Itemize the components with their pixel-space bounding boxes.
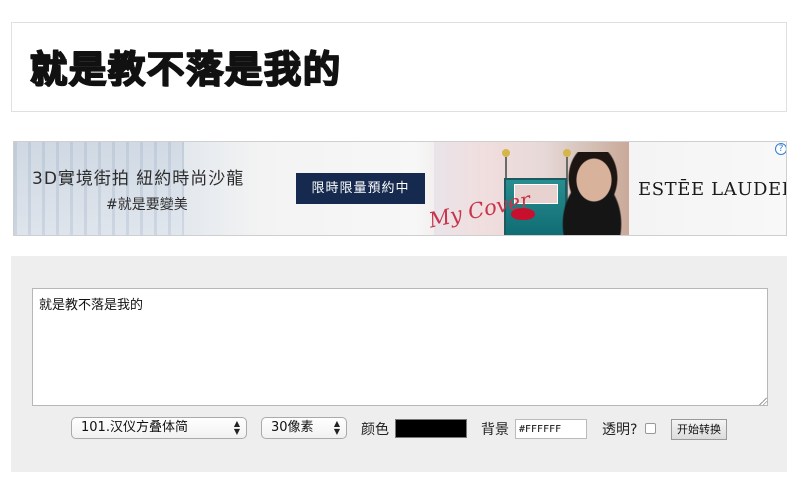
ad-model-image xyxy=(562,152,624,235)
transparent-checkbox[interactable] xyxy=(645,423,656,434)
ad-background-image xyxy=(14,142,184,235)
resize-grip-icon[interactable] xyxy=(759,397,767,405)
select-arrows-icon: ▲ ▼ xyxy=(233,419,240,436)
lips-icon xyxy=(511,208,535,220)
text-input[interactable]: 就是教不落是我的 xyxy=(32,288,768,406)
size-select[interactable]: 30像素 ▲ ▼ xyxy=(261,417,347,439)
select-arrows-icon: ▲ ▼ xyxy=(333,419,340,436)
transparent-label: 透明? xyxy=(602,422,638,438)
ad-brand-logo: ESTĒE LAUDER xyxy=(638,179,787,200)
preview-text: 就是教不落是我的 xyxy=(29,48,342,92)
convert-button[interactable]: 开始转换 xyxy=(671,419,727,440)
preview-box: 就是教不落是我的 xyxy=(11,22,787,112)
ad-headline: 3D實境街拍 紐約時尚沙龍 xyxy=(32,169,245,189)
background-label: 背景 xyxy=(481,422,509,438)
font-select[interactable]: 101.汉仪方叠体简 ▲ ▼ xyxy=(71,417,247,439)
background-color-input[interactable] xyxy=(515,419,587,439)
size-select-value: 30像素 xyxy=(271,420,314,435)
color-label: 颜色 xyxy=(361,422,389,438)
ad-hashtag: #就是要變美 xyxy=(106,197,188,213)
ad-banner[interactable]: 3D實境街拍 紐約時尚沙龍 #就是要變美 限時限量預約中 My Cover ES… xyxy=(13,141,787,236)
ad-cta-button[interactable]: 限時限量預約中 xyxy=(296,173,425,204)
color-picker[interactable] xyxy=(395,419,467,438)
info-icon[interactable]: ? xyxy=(775,143,786,155)
ad-lamp xyxy=(502,149,510,157)
font-select-value: 101.汉仪方叠体简 xyxy=(81,420,188,435)
